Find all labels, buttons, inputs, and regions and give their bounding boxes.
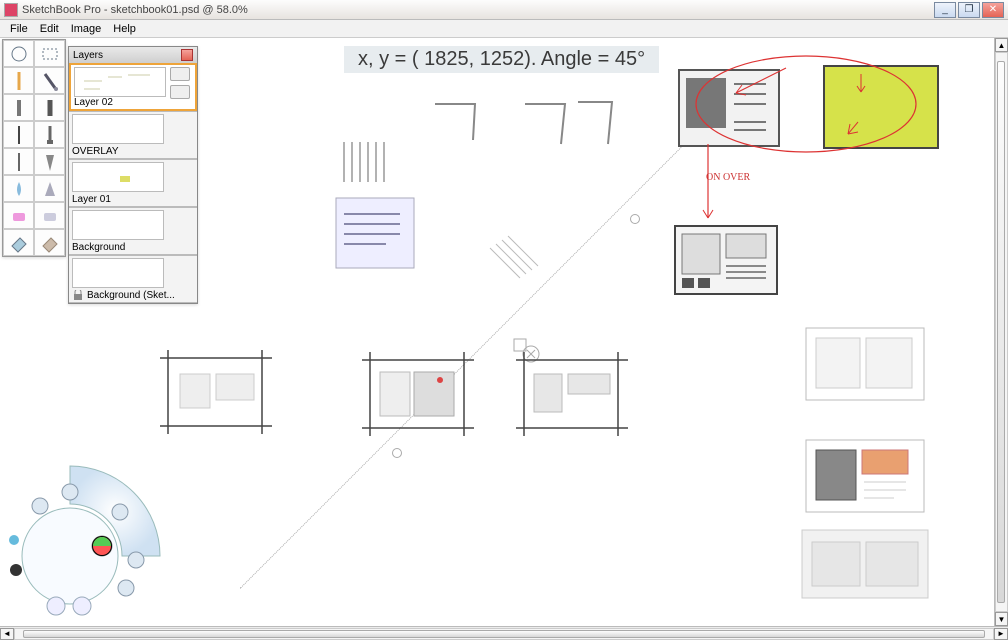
brush-lagoon[interactable] bbox=[0, 456, 170, 626]
tool-gradient[interactable] bbox=[34, 229, 65, 256]
scroll-right-icon[interactable]: ► bbox=[994, 628, 1008, 640]
tool-pencil[interactable] bbox=[3, 67, 34, 94]
layer-opacity-icon[interactable] bbox=[170, 85, 190, 99]
layer-name: OVERLAY bbox=[72, 146, 119, 157]
layer-thumb bbox=[72, 114, 164, 144]
layer-thumb bbox=[74, 67, 166, 97]
scroll-track[interactable] bbox=[14, 628, 994, 640]
tool-eraser-b[interactable] bbox=[34, 202, 65, 229]
tool-fine-pen[interactable] bbox=[3, 148, 34, 175]
ruler-handle[interactable] bbox=[630, 214, 640, 224]
ruler-readout: x, y = ( 1825, 1252). Angle = 45° bbox=[344, 46, 659, 73]
layer-visibility-icon[interactable] bbox=[170, 67, 190, 81]
wire-r3 bbox=[800, 524, 932, 609]
crop-frame-c bbox=[514, 350, 630, 443]
layer-row[interactable]: OVERLAY bbox=[69, 111, 197, 159]
window-title: SketchBook Pro - sketchbook01.psd @ 58.0… bbox=[22, 4, 934, 16]
red-annotation bbox=[676, 48, 956, 233]
close-button[interactable]: ✕ bbox=[982, 2, 1004, 18]
tool-sharpen[interactable] bbox=[34, 175, 65, 202]
layers-panel[interactable]: Layers Layer 02 OVERLAY Layer 01 Backgro… bbox=[68, 46, 198, 304]
tool-smudge[interactable] bbox=[3, 175, 34, 202]
tool-lasso[interactable] bbox=[34, 40, 65, 67]
wireframe-mid bbox=[672, 222, 784, 307]
tool-chisel[interactable] bbox=[34, 94, 65, 121]
annotation-label: ON OVER bbox=[706, 172, 750, 183]
tool-eraser-a[interactable] bbox=[3, 202, 34, 229]
scroll-left-icon[interactable]: ◄ bbox=[0, 628, 14, 640]
layer-name: Background (Sket... bbox=[87, 290, 175, 301]
tool-marker[interactable] bbox=[3, 94, 34, 121]
layer-row[interactable]: Background (Sket... bbox=[69, 255, 197, 303]
wire-r2 bbox=[804, 438, 928, 521]
layers-title: Layers bbox=[73, 50, 103, 61]
crop-frame-a bbox=[158, 348, 274, 441]
scroll-track[interactable] bbox=[995, 52, 1008, 612]
layer-row[interactable]: Layer 02 bbox=[69, 63, 197, 111]
menu-help[interactable]: Help bbox=[107, 23, 142, 35]
window-controls: _ ❐ ✕ bbox=[934, 2, 1004, 18]
scroll-up-icon[interactable]: ▲ bbox=[995, 38, 1008, 52]
layers-close-icon[interactable] bbox=[181, 49, 193, 61]
layer-name: Background bbox=[72, 242, 125, 253]
scroll-thumb[interactable] bbox=[997, 61, 1005, 603]
app-icon bbox=[4, 3, 18, 17]
tool-pen[interactable] bbox=[3, 121, 34, 148]
vertical-scrollbar[interactable]: ▲ ▼ bbox=[994, 38, 1008, 626]
scroll-down-icon[interactable]: ▼ bbox=[995, 612, 1008, 626]
layer-row[interactable]: Layer 01 bbox=[69, 159, 197, 207]
wire-r1 bbox=[804, 326, 928, 409]
layer-name: Layer 02 bbox=[74, 97, 113, 108]
tool-bucket[interactable] bbox=[3, 229, 34, 256]
title-bar: SketchBook Pro - sketchbook01.psd @ 58.0… bbox=[0, 0, 1008, 20]
lock-icon bbox=[73, 290, 83, 300]
menu-edit[interactable]: Edit bbox=[34, 23, 65, 35]
horizontal-scrollbar[interactable]: ◄ ► bbox=[0, 626, 1008, 640]
minimize-button[interactable]: _ bbox=[934, 2, 956, 18]
menu-file[interactable]: File bbox=[4, 23, 34, 35]
layer-thumb bbox=[72, 258, 164, 288]
ruler-handle[interactable] bbox=[392, 448, 402, 458]
maximize-button[interactable]: ❐ bbox=[958, 2, 980, 18]
layer-thumb bbox=[72, 210, 164, 240]
scroll-thumb[interactable] bbox=[23, 630, 985, 638]
tool-brush[interactable] bbox=[34, 121, 65, 148]
layer-row[interactable]: Background bbox=[69, 207, 197, 255]
layer-name: Layer 01 bbox=[72, 194, 111, 205]
crop-frame-b bbox=[360, 350, 476, 443]
layers-header[interactable]: Layers bbox=[69, 47, 197, 63]
tool-palette[interactable] bbox=[2, 39, 66, 257]
tool-airbrush[interactable] bbox=[34, 67, 65, 94]
layer-thumb bbox=[72, 162, 164, 192]
tool-cone-brush[interactable] bbox=[34, 148, 65, 175]
tool-pointer[interactable] bbox=[3, 40, 34, 67]
menu-bar: File Edit Image Help bbox=[0, 20, 1008, 38]
menu-image[interactable]: Image bbox=[65, 23, 108, 35]
